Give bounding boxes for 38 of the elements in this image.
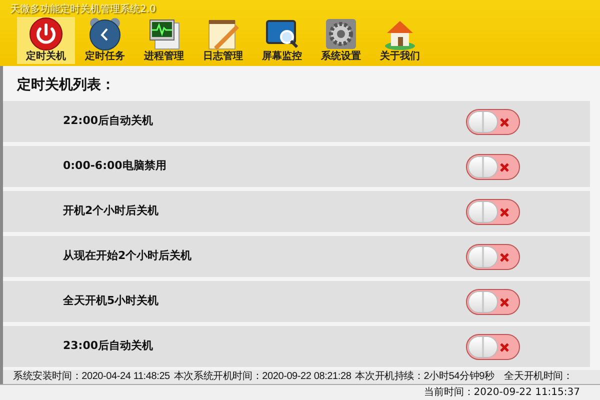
toggle-switch[interactable] [466, 334, 520, 360]
cross-icon [500, 162, 509, 172]
schedule-label: 23:00后自动关机 [63, 338, 154, 354]
current-time: 当前时间：2020-09-22 11:15:37 [424, 386, 580, 398]
monitor-pulse-icon [147, 17, 181, 51]
schedule-label: 开机2个小时后关机 [63, 203, 159, 220]
schedule-label: 0:00-6:00电脑禁用 [63, 158, 166, 174]
cross-icon [500, 208, 509, 216]
toggle-switch[interactable] [466, 154, 520, 180]
cross-icon [500, 252, 509, 262]
status-text: 本次开机持续：2小时54分钟9秒 [355, 371, 494, 383]
status-text: 系统安装时间：2020-04-24 11:48:25 [13, 371, 170, 383]
status-text: 本次系统开机时间：2020-09-22 08:21:28 [174, 371, 352, 383]
gear-icon [324, 17, 358, 51]
window-title: 天微多功能定时关机管理系统2.0 [10, 3, 157, 16]
toolbar-button[interactable]: 定时任务 [76, 17, 134, 64]
status-text: 全天开机时间： [504, 371, 573, 383]
toggle-switch[interactable] [466, 198, 520, 224]
toolbar-button[interactable]: 关于我们 [371, 17, 429, 64]
toggle-switch[interactable] [466, 288, 520, 314]
schedule-label: 全天开机5小时关机 [63, 293, 159, 310]
screen-magnifier-icon [265, 17, 299, 51]
alarm-clock-icon [88, 17, 122, 51]
power-icon [29, 17, 63, 51]
toolbar-button[interactable]: 定时关机 [17, 17, 75, 64]
toolbar-button[interactable]: 日志管理 [194, 17, 252, 64]
notepad-pencil-icon [206, 17, 240, 51]
cross-icon [500, 298, 509, 306]
toolbar-button[interactable]: 屏幕监控 [253, 17, 311, 64]
toggle-switch[interactable] [466, 108, 520, 134]
list-heading: 定时关机列表： [16, 76, 116, 95]
schedule-label: 从现在开始2个小时后关机 [63, 248, 192, 264]
toggle-switch[interactable] [466, 244, 520, 270]
schedule-label: 22:00后自动关机 [63, 113, 154, 130]
cross-icon [500, 342, 509, 352]
cross-icon [500, 118, 509, 126]
toolbar-button[interactable]: 系统设置 [312, 17, 370, 64]
toolbar-button[interactable]: 进程管理 [135, 17, 193, 64]
